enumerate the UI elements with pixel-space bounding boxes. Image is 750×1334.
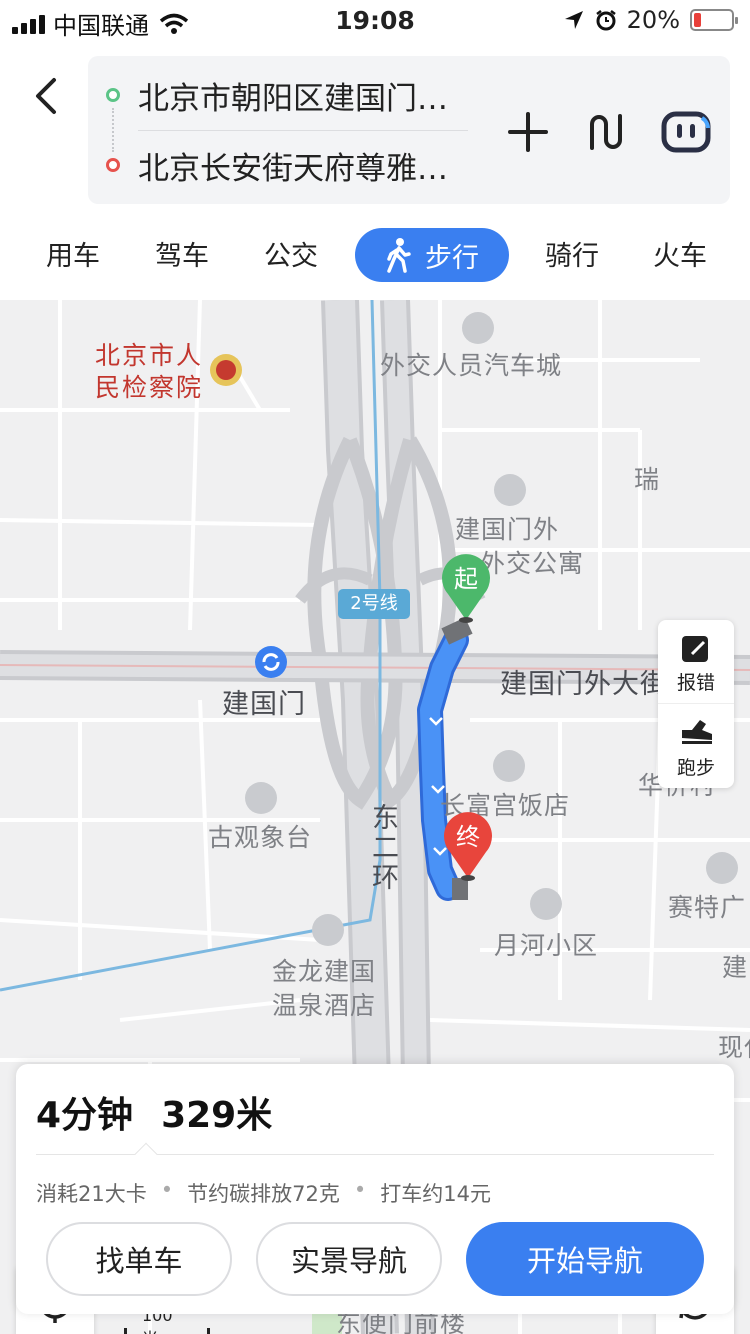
route-distance: 329米 — [161, 1095, 273, 1136]
tab-walk[interactable]: 步行 — [355, 228, 509, 282]
report-error-button[interactable]: 报错 — [658, 620, 734, 704]
map-tools-panel: 报错 跑步 — [658, 620, 734, 788]
map-label-yuehe: 月河小区 — [494, 931, 599, 960]
landmark-icon — [245, 782, 277, 814]
tab-transit[interactable]: 公交 — [264, 234, 318, 273]
calories-stat: 消耗21大卡 — [36, 1182, 147, 1206]
map-label-xian-edge: 现代 — [718, 1033, 750, 1062]
ar-navigation-button[interactable]: 实景导航 — [256, 1222, 442, 1296]
location-arrow-icon — [564, 11, 583, 29]
map-label-jinlong: 金龙建国 — [272, 957, 377, 986]
swap-route-icon[interactable] — [578, 104, 634, 160]
emblem-icon — [210, 354, 242, 386]
map-label-diplomat-apartment: 建国门外 — [455, 515, 560, 544]
start-navigation-button[interactable]: 开始导航 — [466, 1222, 704, 1296]
map-scale-bar — [124, 1328, 210, 1334]
alarm-icon — [595, 10, 616, 31]
end-marker-label: 终 — [456, 823, 480, 851]
building-icon — [494, 474, 526, 506]
map-label-rui: 瑞 — [634, 465, 661, 494]
running-label: 跑步 — [676, 757, 715, 779]
route-header: 北京市朝阳区建国门… 北京长安街天府尊雅… 用车 驾车 公交 步行 骑行 火车 — [0, 40, 750, 300]
map-label-procuratorate: 北京市人 民检察院 — [95, 341, 204, 402]
hotel-icon — [493, 750, 525, 782]
tab-walk-label: 步行 — [425, 242, 479, 274]
carbon-stat: 节约碳排放72克 — [187, 1182, 340, 1206]
route-connector — [112, 108, 114, 152]
subway-station-icon — [255, 646, 287, 678]
taxi-estimate: 打车约14元 — [380, 1182, 491, 1206]
building-icon — [530, 888, 562, 920]
destination-dot-icon — [106, 158, 120, 172]
tab-train[interactable]: 火车 — [653, 234, 707, 273]
building-icon — [462, 312, 494, 344]
status-bar: 中国联通 19:08 20% — [0, 0, 750, 40]
map-label-saite: 赛特广 — [668, 893, 747, 922]
back-icon[interactable] — [26, 70, 66, 120]
add-waypoint-icon[interactable] — [500, 104, 556, 160]
report-error-label: 报错 — [676, 672, 715, 694]
map-label-jian-edge: 建 — [722, 953, 749, 982]
map-label-observatory: 古观象台 — [208, 823, 313, 852]
voice-assistant-icon[interactable] — [658, 104, 714, 160]
map-label-jinlong-2: 温泉酒店 — [272, 991, 377, 1020]
map-label-jianguomen: 建国门 — [222, 689, 306, 720]
route-duration: 4分钟 — [36, 1095, 134, 1136]
start-marker-label: 起 — [454, 565, 478, 593]
tab-bike[interactable]: 骑行 — [545, 234, 599, 273]
edit-icon — [682, 636, 708, 662]
walking-icon — [387, 238, 411, 273]
origin-dot-icon — [106, 88, 120, 102]
running-button[interactable]: 跑步 — [658, 704, 734, 788]
find-bike-button[interactable]: 找单车 — [46, 1222, 232, 1296]
start-marker[interactable]: 起 — [438, 554, 494, 624]
battery-icon — [690, 9, 738, 31]
transport-mode-tabs: 用车 驾车 公交 步行 骑行 火车 — [0, 222, 750, 292]
route-input-box: 北京市朝阳区建国门… 北京长安街天府尊雅… — [88, 56, 730, 204]
destination-field[interactable]: 北京长安街天府尊雅… — [138, 130, 468, 200]
tab-drive[interactable]: 驾车 — [155, 234, 209, 273]
hotel-icon — [312, 914, 344, 946]
origin-field[interactable]: 北京市朝阳区建国门… — [138, 60, 468, 130]
end-marker[interactable]: 终 — [440, 812, 496, 882]
route-stats: 消耗21大卡 • 节约碳排放72克 • 打车约14元 — [36, 1178, 491, 1206]
running-shoe-icon — [682, 720, 712, 744]
route-summary-card: 4分钟 329米 消耗21大卡 • 节约碳排放72克 • 打车约14元 找单车 实… — [16, 1064, 734, 1314]
building-icon — [706, 852, 738, 884]
map-label-diplomat-car: 外交人员汽车城 — [380, 351, 563, 380]
card-caret — [134, 1142, 158, 1166]
route-summary: 4分钟 329米 — [36, 1086, 300, 1138]
map-label-ring-3: 环 — [372, 863, 400, 894]
tab-car-hailing[interactable]: 用车 — [46, 234, 100, 273]
subway-line-2-badge: 2号线 — [338, 589, 410, 619]
map-label-street: 建国门外大街 — [500, 669, 668, 700]
battery-percent: 20% — [626, 6, 680, 34]
map-label-diplomat-apartment-2: 外交公寓 — [480, 549, 585, 578]
